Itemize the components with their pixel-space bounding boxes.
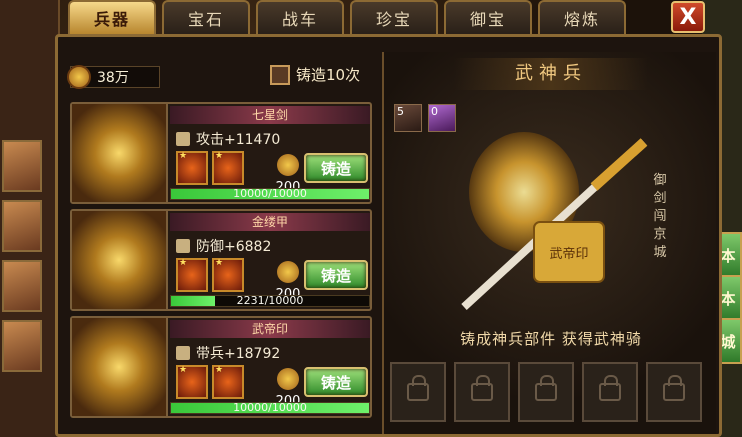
locked-slot[interactable] bbox=[454, 362, 510, 422]
coin-icon bbox=[277, 368, 299, 390]
seal-inscription: 武帝印 bbox=[549, 246, 588, 262]
progress-bar: 10000/10000 bbox=[170, 188, 370, 200]
currency-amount: 38万 bbox=[97, 70, 129, 86]
lock-icon bbox=[663, 375, 685, 401]
sword-image bbox=[72, 104, 168, 202]
item-stat: 攻击+11470 bbox=[176, 129, 280, 149]
item-stat-text: 带兵+18792 bbox=[196, 346, 281, 362]
item-name: 金缕甲 bbox=[170, 213, 370, 231]
forge-item-sword: 七星剑 攻击+11470 200 铸造 10000/10000 bbox=[70, 102, 372, 204]
showcase-subtitle: 铸成神兵部件 获得武神骑 bbox=[460, 330, 642, 348]
showcase-panel: 武神兵 5 0 武帝印 御剑闯京城 铸成神兵部件 获得武神骑 bbox=[382, 52, 716, 434]
lock-icon bbox=[599, 375, 621, 401]
material-icon[interactable] bbox=[212, 151, 244, 185]
tab-treasure[interactable]: 珍宝 bbox=[350, 0, 438, 34]
forge-item-armor: 金缕甲 防御+6882 200 铸造 2231/10000 bbox=[70, 209, 372, 311]
hero-portrait[interactable] bbox=[2, 140, 42, 192]
progress-text: 10000/10000 bbox=[233, 187, 307, 200]
material-icon[interactable] bbox=[212, 365, 244, 399]
progress-bar: 2231/10000 bbox=[170, 295, 370, 307]
item-stat: 防御+6882 bbox=[176, 236, 271, 256]
forge-button[interactable]: 铸造 bbox=[304, 153, 368, 183]
locked-slot[interactable] bbox=[582, 362, 638, 422]
weapon-caption: 御剑闯京城 bbox=[653, 173, 667, 260]
lock-icon bbox=[535, 375, 557, 401]
forge-item-seal: 武帝印 带兵+18792 200 铸造 10000/10000 bbox=[70, 316, 372, 418]
left-hero-strip bbox=[0, 0, 60, 437]
hero-portrait[interactable] bbox=[2, 320, 42, 372]
material-slots bbox=[176, 365, 244, 399]
currency-display: 38万 bbox=[67, 65, 160, 89]
defense-icon bbox=[176, 239, 190, 253]
tab-smelting[interactable]: 熔炼 bbox=[538, 0, 626, 34]
forge-button[interactable]: 铸造 bbox=[304, 367, 368, 397]
progress-bar: 10000/10000 bbox=[170, 402, 370, 414]
material-icon[interactable] bbox=[176, 258, 208, 292]
showcase-title: 武神兵 bbox=[454, 58, 648, 90]
armor-image bbox=[72, 211, 168, 309]
material-icon[interactable] bbox=[176, 365, 208, 399]
locked-slot[interactable] bbox=[646, 362, 702, 422]
locked-slot[interactable] bbox=[518, 362, 574, 422]
hammer-count: 0 bbox=[431, 105, 438, 118]
material-slots bbox=[176, 151, 244, 185]
attack-icon bbox=[176, 132, 190, 146]
tab-chariot[interactable]: 战车 bbox=[256, 0, 344, 34]
coin-icon bbox=[67, 65, 91, 89]
tab-weapons[interactable]: 兵器 bbox=[68, 0, 156, 34]
coin-icon bbox=[277, 261, 299, 283]
divine-weapon-artwork: 武帝印 bbox=[461, 132, 648, 310]
forge-button[interactable]: 铸造 bbox=[304, 260, 368, 290]
item-name: 七星剑 bbox=[170, 106, 370, 124]
progress-text: 10000/10000 bbox=[233, 401, 307, 414]
tab-gems[interactable]: 宝石 bbox=[162, 0, 250, 34]
forge-ten-label: 铸造10次 bbox=[296, 66, 361, 84]
item-stat-text: 防御+6882 bbox=[196, 239, 272, 255]
chest-icon[interactable]: 5 bbox=[394, 104, 422, 132]
troops-icon bbox=[176, 346, 190, 360]
tab-royal-treasure[interactable]: 御宝 bbox=[444, 0, 532, 34]
lock-icon bbox=[407, 375, 429, 401]
forge-ten-checkbox[interactable] bbox=[270, 64, 290, 85]
item-name: 武帝印 bbox=[170, 320, 370, 338]
locked-slot[interactable] bbox=[390, 362, 446, 422]
forge-ten-option[interactable]: 铸造10次 bbox=[270, 64, 360, 85]
item-stat-text: 攻击+11470 bbox=[196, 132, 281, 148]
material-icon[interactable] bbox=[212, 258, 244, 292]
chest-count: 5 bbox=[397, 105, 404, 118]
hero-portrait[interactable] bbox=[2, 200, 42, 252]
close-button[interactable]: X bbox=[671, 1, 705, 33]
tab-bar: 兵器 宝石 战车 珍宝 御宝 熔炼 bbox=[68, 0, 626, 36]
item-stat: 带兵+18792 bbox=[176, 343, 280, 363]
lock-icon bbox=[471, 375, 493, 401]
coin-icon bbox=[277, 154, 299, 176]
part-slots bbox=[390, 362, 702, 422]
material-icon[interactable] bbox=[176, 151, 208, 185]
progress-text: 2231/10000 bbox=[236, 294, 304, 307]
material-slots bbox=[176, 258, 244, 292]
seal-image bbox=[72, 318, 168, 416]
hero-portrait[interactable] bbox=[2, 260, 42, 312]
